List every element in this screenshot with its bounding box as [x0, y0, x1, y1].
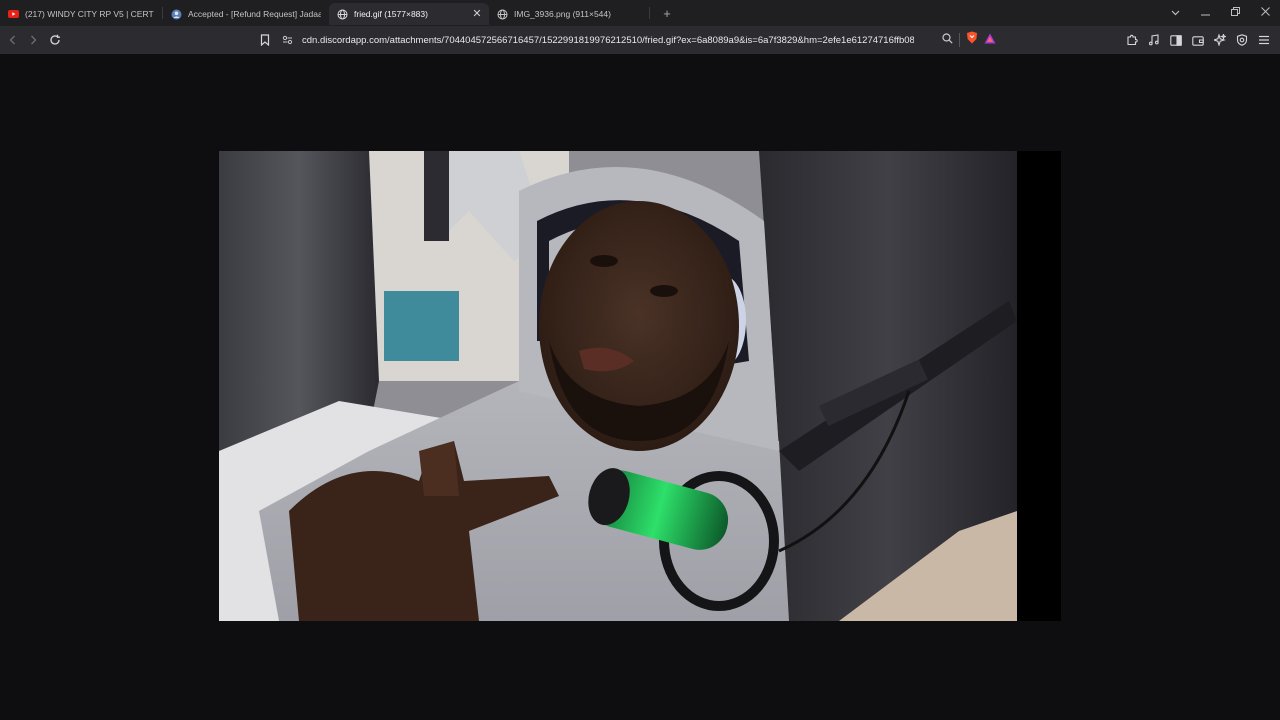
- extensions-puzzle-icon[interactable]: [1122, 30, 1142, 50]
- minimize-button[interactable]: [1190, 8, 1220, 19]
- webcam-photo: [219, 151, 1017, 621]
- image-viewer: [0, 54, 1280, 720]
- tab-title: fried.gif (1577×883): [354, 9, 428, 19]
- tab-img-3936[interactable]: IMG_3936.png (911×544): [489, 3, 649, 25]
- tab-title: IMG_3936.png (911×544): [514, 9, 611, 19]
- brave-shields-icon[interactable]: [966, 31, 978, 49]
- forward-button[interactable]: [23, 30, 43, 50]
- music-note-icon[interactable]: [1144, 30, 1164, 50]
- url-divider: [959, 33, 960, 47]
- vpn-shield-icon[interactable]: [1232, 30, 1252, 50]
- leo-ai-icon[interactable]: [1210, 30, 1230, 50]
- close-tab-icon[interactable]: ✕: [471, 8, 483, 20]
- back-button[interactable]: [3, 30, 23, 50]
- forum-icon: [171, 9, 182, 20]
- youtube-icon: [8, 9, 19, 20]
- restore-button[interactable]: [1220, 7, 1250, 19]
- site-info-icon[interactable]: [280, 35, 294, 45]
- close-window-button[interactable]: [1250, 7, 1280, 19]
- reload-button[interactable]: [45, 30, 65, 50]
- bookmark-button[interactable]: [255, 30, 275, 50]
- tab-title: Accepted - [Refund Request] Jadaak: [188, 9, 321, 19]
- brave-rewards-icon[interactable]: [984, 31, 996, 49]
- tab-refund-request[interactable]: Accepted - [Refund Request] Jadaak: [163, 3, 329, 25]
- navigation-toolbar: cdn.discordapp.com/attachments/704404572…: [0, 26, 1280, 54]
- globe-icon: [497, 9, 508, 20]
- globe-icon: [337, 9, 348, 20]
- tab-title: (217) WINDY CITY RP V5 | CERTIFIED: [25, 9, 154, 19]
- tab-strip: (217) WINDY CITY RP V5 | CERTIFIED Accep…: [0, 0, 1280, 26]
- tab-divider: [649, 7, 650, 19]
- new-tab-button[interactable]: +: [654, 6, 680, 21]
- url-text[interactable]: cdn.discordapp.com/attachments/704404572…: [302, 35, 914, 46]
- gif-image-frame[interactable]: [219, 151, 1061, 621]
- tab-fried-gif[interactable]: fried.gif (1577×883) ✕: [329, 3, 489, 25]
- tab-youtube[interactable]: (217) WINDY CITY RP V5 | CERTIFIED: [0, 3, 162, 25]
- address-bar[interactable]: cdn.discordapp.com/attachments/704404572…: [280, 29, 1000, 51]
- zoom-search-icon[interactable]: [942, 31, 953, 49]
- wallet-icon[interactable]: [1188, 30, 1208, 50]
- tab-search-chevron-icon[interactable]: [1160, 8, 1190, 19]
- extensions-toolbar: [1122, 30, 1274, 50]
- main-menu-icon[interactable]: [1254, 30, 1274, 50]
- sidebar-toggle-icon[interactable]: [1166, 30, 1186, 50]
- window-controls: [1160, 0, 1280, 26]
